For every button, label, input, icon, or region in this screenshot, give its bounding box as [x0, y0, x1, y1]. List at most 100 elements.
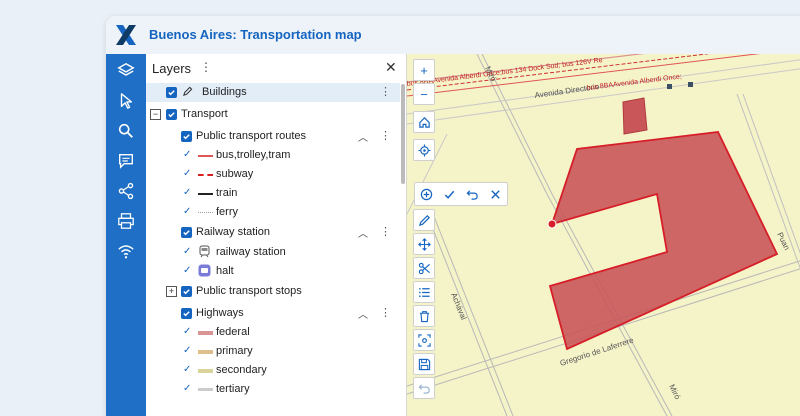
- layer-row-highways[interactable]: Highways ︿ ⋮: [146, 304, 400, 323]
- pencil-icon[interactable]: [182, 86, 193, 97]
- building-small[interactable]: [622, 97, 648, 135]
- search-icon: [118, 123, 133, 138]
- left-toolbar: [106, 54, 146, 416]
- chevron-up-icon[interactable]: ︿: [358, 129, 368, 144]
- legend-row-railway-station: ✓ railway station: [146, 243, 400, 262]
- building-polygon[interactable]: [548, 131, 779, 351]
- check-icon: [183, 230, 190, 236]
- select-button[interactable]: [111, 88, 141, 114]
- comment-icon: [119, 154, 133, 169]
- print-button[interactable]: [111, 208, 141, 234]
- layer-label: Railway station: [196, 226, 270, 238]
- attributes-button[interactable]: [413, 281, 435, 303]
- street-label: Miró: [667, 383, 682, 401]
- vertex-handle[interactable]: [547, 219, 557, 229]
- snap-button[interactable]: [413, 329, 435, 351]
- undo-icon: [466, 189, 478, 200]
- zoom-out-button[interactable]: −: [413, 83, 435, 105]
- wifi-button[interactable]: [111, 238, 141, 264]
- undo-history-button[interactable]: [413, 377, 435, 399]
- expand-icon[interactable]: +: [166, 286, 177, 297]
- legend-label: secondary: [216, 364, 267, 376]
- map-marker[interactable]: [688, 82, 693, 87]
- panel-scrollbar[interactable]: [401, 84, 405, 184]
- cancel-icon: [490, 189, 500, 199]
- comment-button[interactable]: [111, 148, 141, 174]
- check-icon: [168, 112, 175, 118]
- layer-label: Highways: [196, 307, 244, 319]
- legend-swatch: [198, 212, 213, 213]
- layer-row-buildings[interactable]: Buildings ⋮: [146, 83, 400, 102]
- check-icon: [183, 311, 190, 317]
- undo-icon: [418, 383, 430, 394]
- delete-button[interactable]: [413, 305, 435, 327]
- collapse-icon[interactable]: −: [150, 109, 161, 120]
- layers-button[interactable]: [111, 58, 141, 84]
- check-icon: [183, 134, 190, 140]
- legend-row-halt: ✓ halt: [146, 262, 400, 281]
- list-icon: [418, 287, 430, 297]
- tick-icon: ✓: [183, 206, 192, 217]
- chevron-up-icon[interactable]: ︿: [358, 306, 368, 321]
- tick-icon: ✓: [183, 383, 192, 394]
- x-logo-icon: [116, 25, 136, 45]
- street-label: bus 8BAAvenida Alberdi Once;bus 134 Dock…: [407, 57, 603, 88]
- checkbox-railway[interactable]: [181, 227, 192, 238]
- close-icon[interactable]: ✕: [385, 59, 397, 76]
- legend-swatch: [198, 369, 213, 373]
- layer-menu-icon[interactable]: ⋮: [380, 129, 391, 142]
- undo-button[interactable]: [462, 184, 482, 204]
- move-button[interactable]: [413, 233, 435, 255]
- save-button[interactable]: [413, 353, 435, 375]
- layer-menu-icon[interactable]: ⋮: [380, 85, 391, 98]
- locate-icon: [417, 143, 431, 157]
- layers-icon: [117, 62, 135, 76]
- layer-menu-icon[interactable]: ⋮: [380, 225, 391, 238]
- checkbox-stops[interactable]: [181, 286, 192, 297]
- legend-row-tertiary: ✓ tertiary: [146, 380, 400, 399]
- checkbox-highways[interactable]: [181, 308, 192, 319]
- add-vertex-button[interactable]: [416, 184, 436, 204]
- check-icon: [183, 289, 190, 295]
- legend-row-bus: ✓ bus,trolley,tram: [146, 146, 400, 165]
- legend-swatch: [198, 388, 213, 391]
- map-canvas[interactable]: Miró Avenida Directorio bus 8BAAvenida A…: [407, 54, 800, 416]
- home-button[interactable]: [413, 111, 435, 133]
- legend-label: train: [216, 187, 238, 199]
- checkbox-buildings[interactable]: [166, 87, 177, 98]
- tick-icon: ✓: [183, 265, 192, 276]
- layer-row-public-transport-stops[interactable]: + Public transport stops: [146, 282, 400, 301]
- scissors-icon: [418, 262, 430, 274]
- add-vertex-icon: [420, 188, 432, 200]
- layer-row-public-transport-routes[interactable]: Public transport routes ︿ ⋮: [146, 127, 400, 146]
- tick-icon: ✓: [183, 345, 192, 356]
- locate-button[interactable]: [413, 139, 435, 161]
- chevron-up-icon[interactable]: ︿: [358, 225, 368, 240]
- search-button[interactable]: [111, 118, 141, 144]
- tick-icon: ✓: [183, 246, 192, 257]
- cut-button[interactable]: [413, 257, 435, 279]
- checkbox-routes[interactable]: [181, 131, 192, 142]
- layer-menu-icon[interactable]: ⋮: [380, 306, 391, 319]
- print-icon: [118, 213, 134, 229]
- street-label: Puan: [775, 231, 791, 252]
- legend-swatch: [198, 350, 213, 354]
- layer-label: Public transport routes: [196, 130, 307, 142]
- cancel-button[interactable]: [485, 184, 505, 204]
- map-view[interactable]: Miró Avenida Directorio bus 8BAAvenida A…: [407, 54, 800, 416]
- map-marker[interactable]: [667, 84, 672, 89]
- layer-row-transport[interactable]: − Transport: [146, 105, 400, 124]
- layers-panel: Layers ⋮ ✕ Buildings ⋮ − Transport Publi…: [146, 54, 407, 416]
- share-button[interactable]: [111, 178, 141, 204]
- home-icon: [418, 116, 430, 128]
- confirm-button[interactable]: [439, 184, 459, 204]
- zoom-in-button[interactable]: +: [413, 59, 435, 81]
- legend-label: ferry: [216, 206, 238, 218]
- train-icon: [199, 245, 210, 258]
- checkbox-transport[interactable]: [166, 109, 177, 120]
- layers-menu-icon[interactable]: ⋮: [200, 60, 212, 74]
- layer-row-railway-station[interactable]: Railway station ︿ ⋮: [146, 223, 400, 242]
- tick-icon: ✓: [183, 187, 192, 198]
- app-window: Buenos Aires: Transportation map Layers …: [106, 16, 800, 416]
- draw-button[interactable]: [413, 209, 435, 231]
